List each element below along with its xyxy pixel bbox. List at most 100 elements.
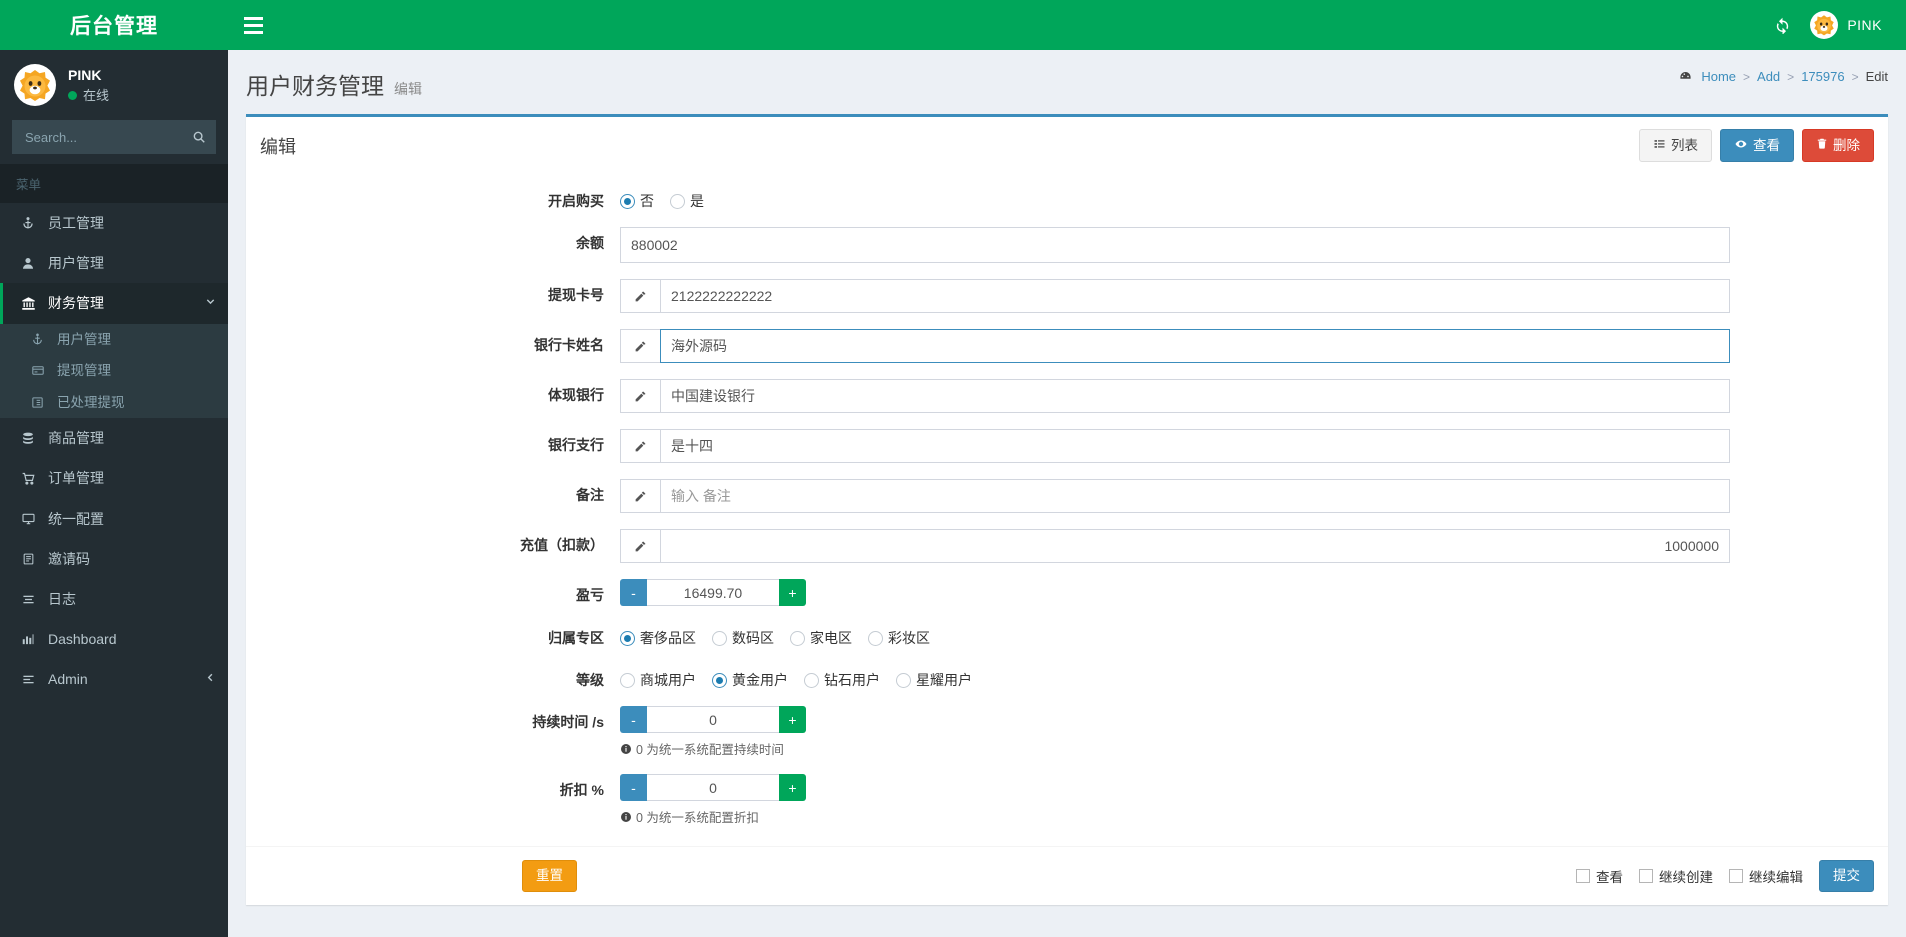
radio-option-star-user[interactable]: 星耀用户 [896, 670, 972, 690]
sidebar-item-staff-management: 员工管理 [0, 203, 228, 243]
radio-option-digital-zone[interactable]: 数码区 [712, 628, 774, 648]
breadcrumb-separator: > [1743, 69, 1751, 84]
sidebar-item-label: 订单管理 [48, 470, 104, 487]
decrement-button[interactable]: - [620, 706, 647, 734]
sidebar-link-dashboard[interactable]: Dashboard [0, 619, 228, 659]
increment-button[interactable]: + [779, 579, 806, 607]
field-remark: 备注 [260, 479, 1874, 514]
recharge-deduct-input[interactable] [660, 529, 1730, 564]
list-alt-icon [19, 552, 37, 566]
sidebar-user-status: 在线 [68, 86, 109, 106]
field-label: 折扣 % [559, 782, 604, 799]
checkbox-mark-icon [1576, 869, 1590, 884]
balance-input[interactable] [620, 227, 1730, 264]
delete-button[interactable]: 删除 [1802, 129, 1874, 163]
remark-input[interactable] [660, 479, 1730, 514]
pencil-icon [620, 329, 660, 364]
radio-option-cosmetics-zone[interactable]: 彩妆区 [868, 628, 930, 648]
card-toolbar: 列表 查看 删除 [1639, 129, 1874, 163]
sidebar-user-name: PINK [68, 66, 102, 83]
submit-button[interactable]: 提交 [1819, 860, 1874, 893]
bank-branch-input[interactable] [660, 429, 1730, 464]
decrement-button[interactable]: - [620, 579, 647, 607]
breadcrumb-item-add[interactable]: Add [1757, 69, 1780, 84]
sidebar-link-logs[interactable]: 日志 [0, 579, 228, 619]
radio-option-no[interactable]: 否 [620, 191, 654, 211]
sidebar-subitem-label: 已处理提现 [57, 394, 125, 410]
reset-button[interactable]: 重置 [522, 860, 577, 893]
checkbox-mark-icon [1639, 869, 1653, 884]
sidebar-link-admin[interactable]: Admin [0, 659, 228, 699]
chevron-left-icon [205, 672, 216, 687]
search-icon[interactable] [182, 120, 216, 154]
view-button[interactable]: 查看 [1720, 129, 1794, 163]
field-label: 提现卡号 [548, 287, 604, 304]
sidebar-sublink-user-management[interactable]: 用户管理 [0, 324, 228, 356]
radio-mark-icon [868, 630, 883, 646]
sidebar-link-finance-management[interactable]: 财务管理 [0, 283, 228, 324]
app-logo[interactable]: 后台管理 [0, 0, 228, 50]
radio-label: 星耀用户 [916, 672, 972, 689]
list-button[interactable]: 列表 [1639, 129, 1712, 163]
radio-label: 奢侈品区 [640, 630, 696, 647]
sidebar-item-logs: 日志 [0, 579, 228, 619]
anchor-icon [29, 333, 46, 346]
increment-button[interactable]: + [779, 774, 806, 802]
profit-loss-input[interactable] [647, 579, 779, 607]
sidebar-link-staff-management[interactable]: 员工管理 [0, 203, 228, 243]
sidebar-item-unified-config: 统一配置 [0, 499, 228, 539]
sidebar-item-label: Dashboard [48, 631, 117, 648]
list-alt-icon [29, 396, 46, 409]
sidebar-item-order-management: 订单管理 [0, 458, 228, 498]
radio-option-gold-user[interactable]: 黄金用户 [712, 670, 788, 690]
discount-input[interactable] [647, 774, 779, 802]
navbar-right: PINK [1760, 0, 1906, 50]
sidebar-sublink-processed-withdraw[interactable]: 已处理提现 [0, 387, 228, 419]
sidebar-link-order-management[interactable]: 订单管理 [0, 458, 228, 498]
edit-form-card: 编辑 列表 查看 删除 开启购买 否 是 余额 880002 提现卡号 2122… [246, 114, 1888, 906]
checkbox-label: 继续创建 [1659, 870, 1713, 886]
hamburger-icon[interactable] [228, 0, 278, 50]
withdraw-card-number-input[interactable] [660, 279, 1730, 314]
sidebar-link-invite-code[interactable]: 邀请码 [0, 539, 228, 579]
sidebar-sublink-withdraw-management[interactable]: 提现管理 [0, 355, 228, 387]
duration-input[interactable] [647, 706, 779, 734]
radio-option-mall-user[interactable]: 商城用户 [620, 670, 696, 690]
field-label: 余额 [576, 235, 604, 252]
checkbox-view[interactable]: 查看 [1576, 866, 1623, 886]
radio-mark-icon [670, 193, 685, 209]
sidebar-link-product-management[interactable]: 商品管理 [0, 418, 228, 458]
radio-option-appliance-zone[interactable]: 家电区 [790, 628, 852, 648]
decrement-button[interactable]: - [620, 774, 647, 802]
info-circle-icon [620, 811, 632, 823]
bank-card-name-input[interactable] [660, 329, 1730, 364]
sidebar-link-unified-config[interactable]: 统一配置 [0, 499, 228, 539]
bank-input[interactable] [660, 379, 1730, 414]
field-label: 银行支行 [548, 437, 604, 454]
field-label: 归属专区 [548, 630, 604, 647]
sidebar-item-label: 商品管理 [48, 430, 104, 447]
increment-button[interactable]: + [779, 706, 806, 734]
page-title: 用户财务管理 [246, 73, 384, 99]
sidebar-item-label: 日志 [48, 590, 76, 607]
eye-icon [1734, 138, 1748, 154]
checkbox-continue-edit[interactable]: 继续编辑 [1729, 866, 1803, 886]
radio-mark-icon [620, 672, 635, 688]
sidebar-item-dashboard: Dashboard [0, 619, 228, 659]
radio-option-luxury-zone[interactable]: 奢侈品区 [620, 628, 696, 648]
user-menu[interactable]: PINK [1804, 0, 1892, 50]
sidebar-item-product-management: 商品管理 [0, 418, 228, 458]
radio-option-yes[interactable]: 是 [670, 191, 704, 211]
breadcrumb-item-home[interactable]: Home [1701, 69, 1736, 84]
radio-option-diamond-user[interactable]: 钻石用户 [804, 670, 880, 690]
breadcrumb-item-id[interactable]: 175976 [1801, 69, 1844, 84]
info-circle-icon [620, 743, 632, 755]
checkbox-continue-create[interactable]: 继续创建 [1639, 866, 1713, 886]
radio-mark-icon [896, 672, 911, 688]
duration-help-label: 0 为统一系统配置持续时间 [636, 743, 784, 758]
pencil-icon [620, 529, 660, 564]
radio-mark-icon [790, 630, 805, 646]
radio-label: 彩妆区 [888, 630, 930, 647]
refresh-icon[interactable] [1760, 0, 1804, 50]
sidebar-link-user-management[interactable]: 用户管理 [0, 243, 228, 283]
